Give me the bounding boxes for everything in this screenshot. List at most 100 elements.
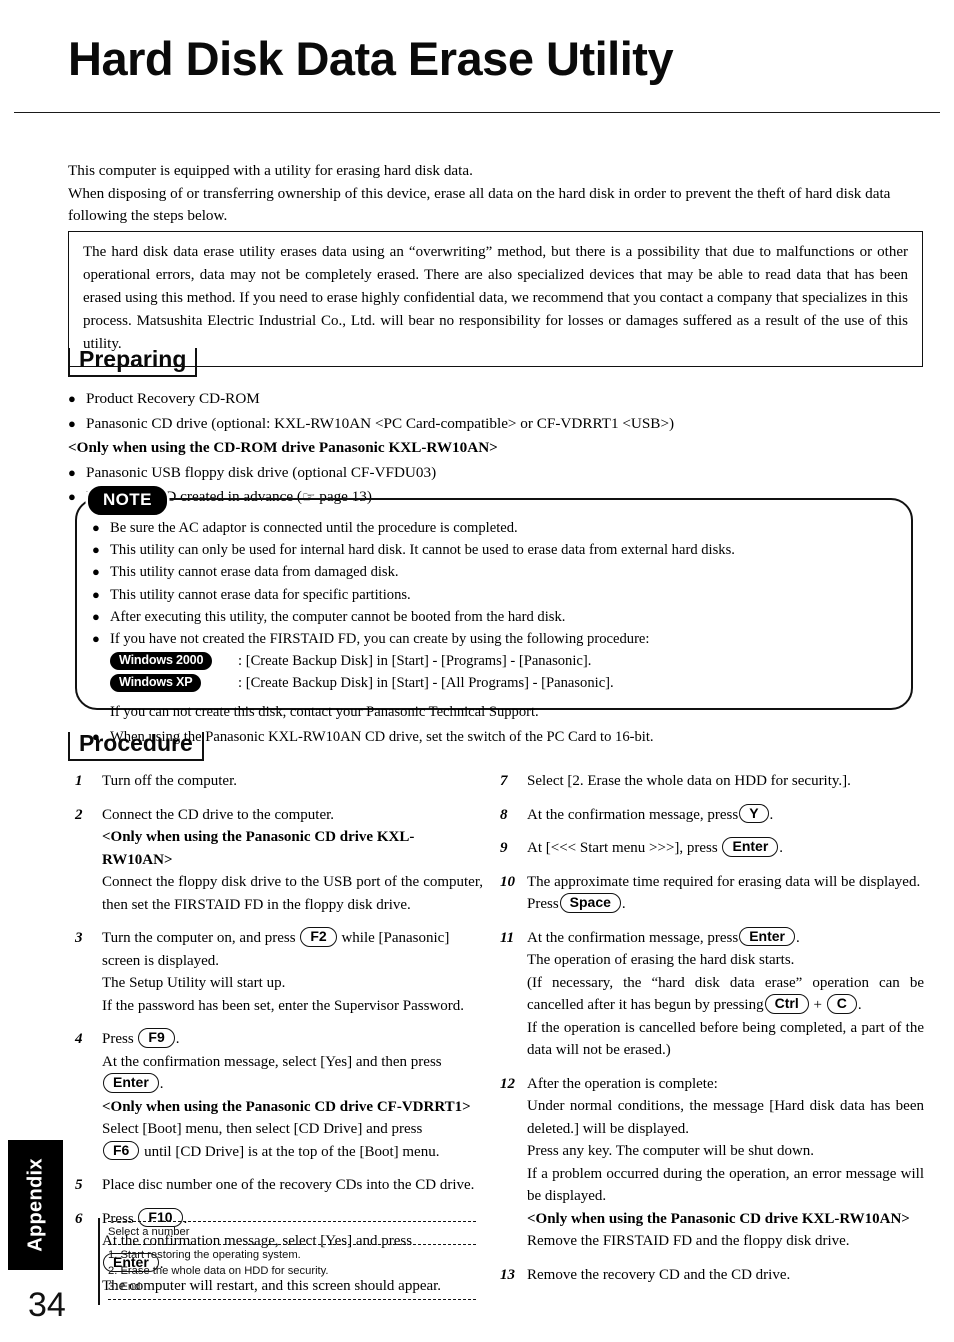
step-5-line-1: Place disc number one of the recovery CD…	[102, 1177, 475, 1193]
step-4-after-enter: .	[159, 1076, 164, 1092]
step-2-line-2: Connect the floppy disk drive to the USB…	[102, 874, 483, 913]
preparing-list: Product Recovery CD-ROM Panasonic CD dri…	[68, 387, 918, 510]
step-body: Connect the CD drive to the computer. <O…	[102, 804, 483, 917]
key-enter: Enter	[722, 837, 779, 857]
step-3-line-2: The Setup Utility will start up.	[102, 975, 286, 991]
step-number: 3	[75, 930, 83, 946]
preparing-note-bold: <Only when using the CD-ROM drive Panaso…	[68, 439, 498, 457]
step-body: Place disc number one of the recovery CD…	[102, 1174, 483, 1197]
procedure-right-column: 7 Select [2. Erase the whole data on HDD…	[500, 770, 924, 1297]
key-c: C	[826, 994, 857, 1014]
list-item: Product Recovery CD-ROM	[68, 387, 918, 411]
step-9-line-1: At [<<< Start menu >>>], press Enter.	[527, 837, 924, 860]
procedure-step-10: 10 The approximate time required for era…	[500, 871, 924, 916]
intro-paragraph: This computer is equipped with a utility…	[68, 160, 923, 228]
procedure-step-1: 1 Turn off the computer.	[75, 770, 483, 793]
step-1-line-1: Turn off the computer.	[102, 773, 237, 789]
step-7-line-1: Select [2. Erase the whole data on HDD f…	[527, 773, 851, 789]
step-8-pre: At the confirmation message, press	[527, 806, 739, 823]
note-windowsxp-text: : [Create Backup Disk] in [Start] - [All…	[238, 675, 614, 692]
list-item: After executing this utility, the comput…	[92, 606, 904, 628]
key-f6: F6	[103, 1140, 140, 1161]
bullet-icon	[68, 466, 86, 479]
step-number: 5	[75, 1177, 83, 1193]
note-item-7: When using the Panasonic KXL-RW10AN CD d…	[110, 728, 654, 745]
step-body: Press F9. At the confirmation message, s…	[102, 1028, 483, 1163]
step-4-line-3: Select [Boot] menu, then select [CD Driv…	[102, 1121, 423, 1137]
note-body: Be sure the AC adaptor is connected unti…	[92, 517, 904, 748]
appendix-tab: Appendix	[8, 1140, 63, 1270]
procedure-step-11: 11 At the confirmation message, press Ent…	[500, 926, 924, 1062]
bullet-icon	[68, 392, 86, 405]
step-body: At the confirmation message, press Y.	[527, 803, 924, 827]
list-item: If you have not created the FIRSTAID FD,…	[92, 628, 904, 650]
procedure-step-3: 3 Turn the computer on, and press F2 whi…	[75, 927, 483, 1017]
step-10-pre: Press	[527, 896, 559, 912]
bullet-icon	[68, 417, 86, 430]
step-9-pre: At [<<< Start menu >>>], press	[527, 840, 722, 856]
page-canvas: Hard Disk Data Erase Utility This comput…	[0, 0, 954, 1342]
intro-line-1: This computer is equipped with a utility…	[68, 162, 473, 179]
step-8-post: .	[769, 806, 774, 823]
step-number: 1	[75, 773, 83, 789]
step-body: Turn the computer on, and press F2 while…	[102, 927, 483, 1017]
step-body: Select [2. Erase the whole data on HDD f…	[527, 770, 924, 793]
step-number: 4	[75, 1031, 83, 1047]
bullet-icon	[92, 565, 110, 578]
step-11-line-4: If the operation is cancelled before bei…	[527, 1019, 924, 1059]
windows-2000-badge: Windows 2000	[110, 652, 213, 671]
windows-2000-badge-slot: Windows 2000	[110, 650, 232, 672]
key-f9: F9	[138, 1028, 175, 1048]
list-item: Panasonic CD drive (optional: KXL-RW10AN…	[68, 412, 918, 436]
step-10-space-line: Press Space.	[527, 893, 924, 916]
bullet-icon	[92, 730, 110, 743]
preparing-heading: Preparing	[68, 346, 198, 378]
note-windows2000-text: : [Create Backup Disk] in [Start] - [Pro…	[238, 653, 592, 670]
key-ctrl: Ctrl	[764, 994, 809, 1014]
step-11-after-c: .	[857, 997, 862, 1013]
step-number: 2	[75, 806, 83, 823]
step-11-line-2: The operation of erasing the hard disk s…	[527, 952, 795, 968]
key-y: Y	[739, 803, 769, 824]
step-body: At the confirmation message, press Enter.…	[527, 926, 924, 1062]
step-2-line-1: Connect the CD drive to the computer.	[102, 806, 335, 823]
step-3-line-1: Turn the computer on, and press F2 while…	[102, 927, 483, 972]
warning-box: The hard disk data erase utility erases …	[68, 231, 923, 367]
step-body: At [<<< Start menu >>>], press Enter.	[527, 837, 924, 860]
step-number: 12	[500, 1075, 515, 1092]
step-body: The approximate time required for erasin…	[527, 871, 924, 916]
note-windows2000-row: Windows 2000 : [Create Backup Disk] in […	[92, 650, 904, 672]
step-4-pre: Press	[102, 1031, 138, 1047]
bullet-icon	[92, 521, 110, 534]
screen-mockup: Select a number 1. Start restoring the o…	[98, 1218, 476, 1305]
note-badge: NOTE	[88, 486, 167, 515]
step-body: After the operation is complete: Under n…	[527, 1073, 924, 1253]
note-item-3: This utility cannot erase data from dama…	[110, 564, 399, 581]
step-4-f6-line: F6 until [CD Drive] is at the top of the…	[102, 1140, 483, 1164]
step-body: Remove the recovery CD and the CD drive.	[527, 1264, 924, 1287]
procedure-step-2: 2 Connect the CD drive to the computer. …	[75, 804, 483, 917]
procedure-step-5: 5 Place disc number one of the recovery …	[75, 1174, 483, 1197]
step-2-bold-note: <Only when using the Panasonic CD drive …	[102, 829, 415, 868]
step-9-post: .	[779, 840, 784, 856]
procedure-step-9: 9 At [<<< Start menu >>>], press Enter.	[500, 837, 924, 860]
page-title: Hard Disk Data Erase Utility	[68, 32, 674, 85]
screen-option-1: 1. Start restoring the operating system.	[108, 1248, 301, 1261]
bullet-icon	[92, 588, 110, 601]
step-4-after-f6: until [CD Drive] is at the top of the [B…	[140, 1143, 440, 1160]
step-8-line-1: At the confirmation message, press Y.	[527, 803, 924, 827]
bullet-icon	[92, 543, 110, 556]
step-11-pre: At the confirmation message, press	[527, 929, 739, 946]
screen-option-3: 3. End	[108, 1280, 141, 1293]
note-windowsxp-row: Windows XP : [Create Backup Disk] in [St…	[92, 672, 904, 694]
step-11-line-3: (If necessary, the “hard disk data erase…	[527, 972, 924, 1017]
step-10-line-1: The approximate time required for erasin…	[527, 873, 921, 890]
preparing-heading-label: Preparing	[79, 346, 187, 372]
preparing-item-2: Panasonic CD drive (optional: KXL-RW10AN…	[86, 414, 675, 432]
screen-prompt: Select a number	[108, 1226, 190, 1238]
step-12-bold-note: <Only when using the Panasonic CD drive …	[527, 1210, 910, 1227]
screen-divider-top	[108, 1221, 476, 1222]
step-10-post: .	[621, 896, 626, 912]
note-item-2: This utility can only be used for intern…	[110, 542, 735, 559]
step-12-line-5: Remove the FIRSTAID FD and the floppy di…	[527, 1233, 850, 1249]
